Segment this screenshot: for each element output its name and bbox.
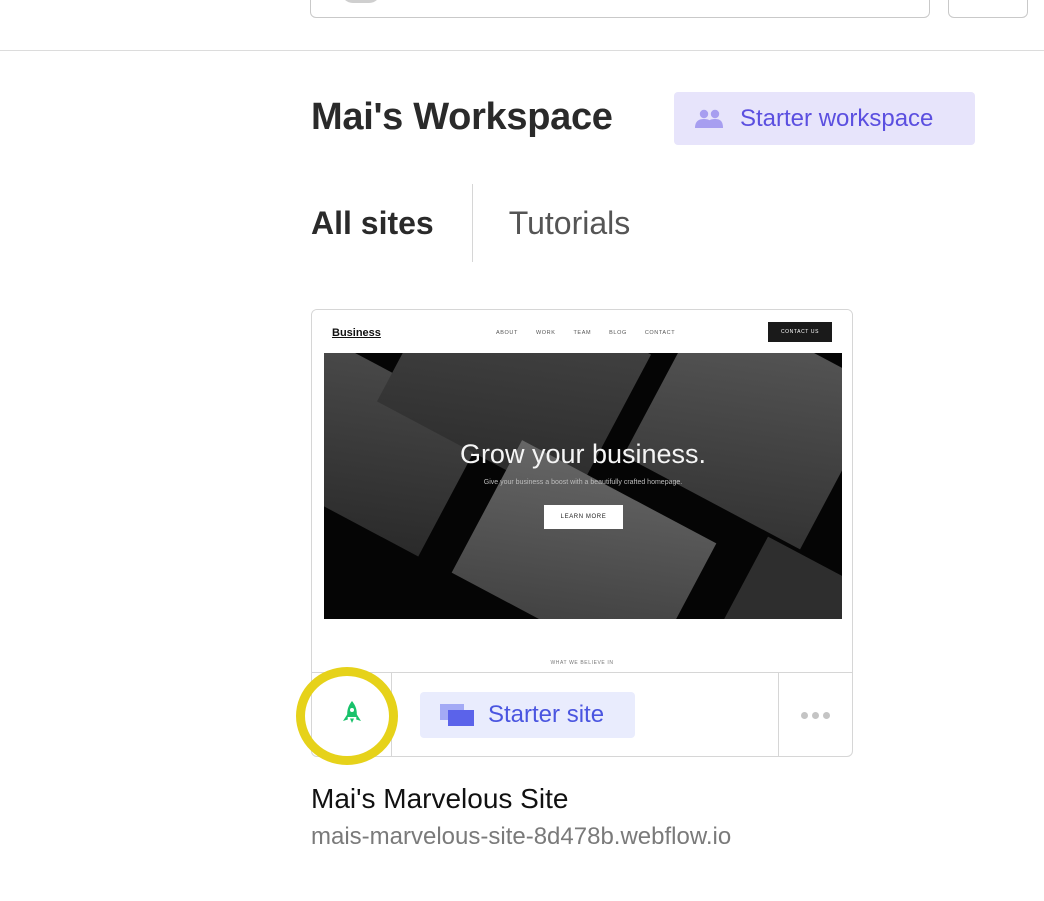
preview-logo: Business xyxy=(332,327,381,339)
preview-nav-link: TEAM xyxy=(573,330,592,336)
preview-learn-more-button: LEARN MORE xyxy=(544,505,623,529)
preview-contact-button: CONTACT US xyxy=(768,322,832,342)
tab-all-sites[interactable]: All sites xyxy=(311,205,434,242)
workspace-title: Mai's Workspace xyxy=(311,96,613,138)
search-input[interactable] xyxy=(310,0,930,18)
preview-nav-links: ABOUT WORK TEAM BLOG CONTACT xyxy=(496,330,675,336)
top-action-button[interactable] xyxy=(948,0,1028,18)
preview-section-label: WHAT WE BELIEVE IN xyxy=(550,660,614,666)
more-dots-icon xyxy=(801,711,808,719)
preview-nav-link: ABOUT xyxy=(496,330,518,336)
people-icon xyxy=(694,109,724,129)
starter-site-label: Starter site xyxy=(488,701,605,728)
preview-nav-link: CONTACT xyxy=(644,330,676,336)
preview-hero: Grow your business. Give your business a… xyxy=(324,353,842,619)
preview-nav-link: BLOG xyxy=(609,330,627,336)
preview-hero-shape xyxy=(716,536,842,619)
site-preview-thumbnail[interactable]: Business ABOUT WORK TEAM BLOG CONTACT CO… xyxy=(312,310,852,672)
more-dots-icon xyxy=(823,711,830,719)
site-tabs: All sites Tutorials xyxy=(311,184,630,262)
workspace-plan-label: Starter workspace xyxy=(740,104,934,132)
tab-divider xyxy=(471,184,473,262)
workspace-plan-badge[interactable]: Starter workspace xyxy=(674,92,975,145)
top-bar xyxy=(0,0,1044,51)
site-card[interactable]: Business ABOUT WORK TEAM BLOG CONTACT CO… xyxy=(311,309,853,757)
site-name[interactable]: Mai's Marvelous Site xyxy=(311,783,568,815)
more-dots-icon xyxy=(812,711,819,719)
site-stack-icon xyxy=(440,704,474,726)
preview-headline: Grow your business. xyxy=(459,439,707,469)
preview-nav-link: WORK xyxy=(535,330,556,336)
tab-tutorials[interactable]: Tutorials xyxy=(509,205,631,242)
more-options-button[interactable] xyxy=(778,673,852,756)
starter-site-badge[interactable]: Starter site xyxy=(420,692,635,738)
site-url[interactable]: mais-marvelous-site-8d478b.webflow.io xyxy=(311,823,731,851)
preview-subtext: Give your business a boost with a beauti… xyxy=(483,479,683,486)
preview-nav: Business ABOUT WORK TEAM BLOG CONTACT CO… xyxy=(324,322,842,352)
highlight-circle xyxy=(296,667,398,765)
avatar xyxy=(341,0,381,3)
